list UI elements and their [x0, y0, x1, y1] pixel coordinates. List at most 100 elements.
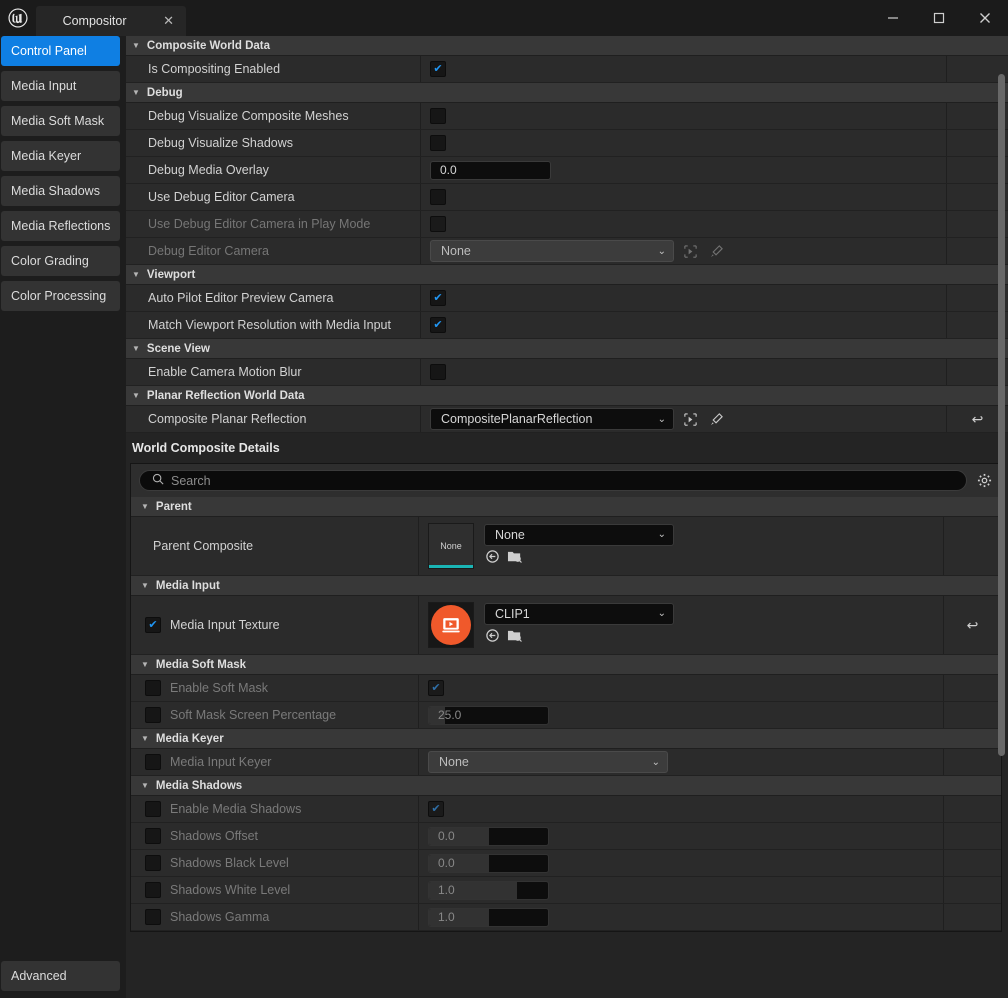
enable-media-shadows-override-checkbox[interactable]: [145, 801, 161, 817]
row-use-debug-editor-camera-in-play-mode: Use Debug Editor Camera in Play Mode: [126, 211, 1008, 238]
shadows-white-level-input[interactable]: 1.0: [428, 881, 549, 900]
category-viewport[interactable]: ▼ Viewport: [126, 265, 1008, 285]
row-label-wrap: Shadows Offset: [131, 823, 419, 849]
sidebar-item-color-grading[interactable]: Color Grading: [1, 246, 120, 276]
sidebar-item-label: Color Grading: [11, 254, 89, 268]
row-value: [421, 184, 946, 210]
reset-to-default-icon[interactable]: ↩: [972, 411, 984, 428]
use-debug-editor-camera-in-play-mode-checkbox[interactable]: [430, 216, 446, 232]
eyedropper-icon[interactable]: [706, 409, 726, 429]
composite-planar-reflection-dropdown[interactable]: CompositePlanarReflection ⌄: [430, 408, 674, 430]
sidebar-item-media-soft-mask[interactable]: Media Soft Mask: [1, 106, 120, 136]
sidebar-item-control-panel[interactable]: Control Panel: [1, 36, 120, 66]
soft-mask-screen-percentage-input[interactable]: 25.0: [428, 706, 549, 725]
is-compositing-enabled-checkbox[interactable]: [430, 61, 446, 77]
shadows-white-level-override-checkbox[interactable]: [145, 882, 161, 898]
use-debug-editor-camera-checkbox[interactable]: [430, 189, 446, 205]
row-soft-mask-screen-percentage: Soft Mask Screen Percentage 25.0: [131, 702, 1001, 729]
category-debug[interactable]: ▼ Debug: [126, 83, 1008, 103]
match-viewport-resolution-checkbox[interactable]: [430, 317, 446, 333]
sidebar-item-label: Media Keyer: [11, 149, 81, 163]
category-label: Parent: [156, 501, 192, 513]
sidebar-item-advanced[interactable]: Advanced: [1, 961, 120, 991]
parent-thumbnail-label: None: [440, 541, 462, 551]
use-selected-asset-icon[interactable]: [485, 628, 500, 648]
reset-to-default-icon[interactable]: ↩: [967, 617, 979, 634]
media-input-keyer-override-checkbox[interactable]: [145, 754, 161, 770]
shadows-offset-input[interactable]: 0.0: [428, 827, 549, 846]
category-media-shadows[interactable]: ▼ Media Shadows: [131, 776, 1001, 796]
row-value: [419, 675, 943, 701]
category-composite-world-data[interactable]: ▼ Composite World Data: [126, 36, 1008, 56]
asset-action-icons: [484, 549, 674, 569]
enable-media-shadows-checkbox[interactable]: [428, 801, 444, 817]
debug-visualize-shadows-checkbox[interactable]: [430, 135, 446, 151]
category-label: Media Keyer: [156, 733, 224, 745]
enable-soft-mask-checkbox[interactable]: [428, 680, 444, 696]
shadows-gamma-input[interactable]: 1.0: [428, 908, 549, 927]
row-label: Use Debug Editor Camera: [126, 184, 421, 210]
row-label: Composite Planar Reflection: [126, 406, 421, 432]
sidebar-item-media-input[interactable]: Media Input: [1, 71, 120, 101]
enable-soft-mask-override-checkbox[interactable]: [145, 680, 161, 696]
media-input-texture-thumbnail[interactable]: [428, 602, 474, 648]
debug-visualize-composite-meshes-checkbox[interactable]: [430, 108, 446, 124]
sidebar-item-color-processing[interactable]: Color Processing: [1, 281, 120, 311]
chevron-down-icon: ⌄: [652, 757, 660, 768]
row-enable-camera-motion-blur: Enable Camera Motion Blur: [126, 359, 1008, 386]
media-input-keyer-dropdown[interactable]: None ⌄: [428, 751, 668, 773]
sidebar-item-media-shadows[interactable]: Media Shadows: [1, 176, 120, 206]
category-parent[interactable]: ▼ Parent: [131, 497, 1001, 517]
row-enable-soft-mask: Enable Soft Mask: [131, 675, 1001, 702]
shadows-black-level-override-checkbox[interactable]: [145, 855, 161, 871]
category-media-soft-mask[interactable]: ▼ Media Soft Mask: [131, 655, 1001, 675]
row-value: [421, 285, 946, 311]
parent-composite-controls: None ⌄: [484, 524, 674, 569]
debug-editor-camera-dropdown[interactable]: None ⌄: [430, 240, 674, 262]
chevron-down-icon: ⌄: [658, 529, 666, 540]
sidebar-item-media-keyer[interactable]: Media Keyer: [1, 141, 120, 171]
enable-camera-motion-blur-checkbox[interactable]: [430, 364, 446, 380]
media-input-texture-dropdown[interactable]: CLIP1 ⌄: [484, 603, 674, 625]
row-composite-planar-reflection: Composite Planar Reflection CompositePla…: [126, 406, 1008, 433]
parent-composite-thumbnail[interactable]: None: [428, 523, 474, 569]
browse-asset-folder-icon[interactable]: [507, 549, 523, 569]
minimize-button[interactable]: [870, 0, 916, 36]
search-input[interactable]: Search: [139, 470, 967, 491]
chevron-down-icon: ▼: [132, 345, 140, 353]
browse-to-asset-icon[interactable]: [680, 409, 700, 429]
main-scrollbar[interactable]: [996, 74, 1007, 996]
shadows-offset-override-checkbox[interactable]: [145, 828, 161, 844]
category-planar-reflection-world-data[interactable]: ▼ Planar Reflection World Data: [126, 386, 1008, 406]
debug-media-overlay-input[interactable]: 0.0: [430, 161, 551, 180]
row-shadows-offset: Shadows Offset 0.0: [131, 823, 1001, 850]
row-label-wrap: Soft Mask Screen Percentage: [131, 702, 419, 728]
close-button[interactable]: [962, 0, 1008, 36]
scrollbar-thumb[interactable]: [998, 74, 1005, 756]
row-label: Shadows Offset: [170, 829, 258, 843]
title-bar: Compositor ✕: [0, 0, 1008, 36]
media-input-texture-override-checkbox[interactable]: [145, 617, 161, 633]
shadows-black-level-input[interactable]: 0.0: [428, 854, 549, 873]
row-label-wrap: Shadows Gamma: [131, 904, 419, 930]
tab-close-icon[interactable]: ✕: [163, 13, 174, 29]
maximize-button[interactable]: [916, 0, 962, 36]
category-media-keyer[interactable]: ▼ Media Keyer: [131, 729, 1001, 749]
parent-composite-dropdown[interactable]: None ⌄: [484, 524, 674, 546]
use-selected-asset-icon[interactable]: [485, 549, 500, 569]
category-media-input[interactable]: ▼ Media Input: [131, 576, 1001, 596]
gear-icon[interactable]: [973, 473, 995, 488]
auto-pilot-editor-preview-camera-checkbox[interactable]: [430, 290, 446, 306]
row-label-wrap: Media Input Texture: [131, 596, 419, 654]
tab-compositor[interactable]: Compositor ✕: [36, 6, 186, 36]
browse-to-asset-icon[interactable]: [680, 241, 700, 261]
sidebar-item-media-reflections[interactable]: Media Reflections: [1, 211, 120, 241]
row-label: Shadows Black Level: [170, 856, 289, 870]
browse-asset-folder-icon[interactable]: [507, 628, 523, 648]
soft-mask-screen-percentage-override-checkbox[interactable]: [145, 707, 161, 723]
row-value: [421, 211, 946, 237]
row-value: None ⌄: [421, 238, 946, 264]
shadows-gamma-override-checkbox[interactable]: [145, 909, 161, 925]
eyedropper-icon[interactable]: [706, 241, 726, 261]
category-scene-view[interactable]: ▼ Scene View: [126, 339, 1008, 359]
